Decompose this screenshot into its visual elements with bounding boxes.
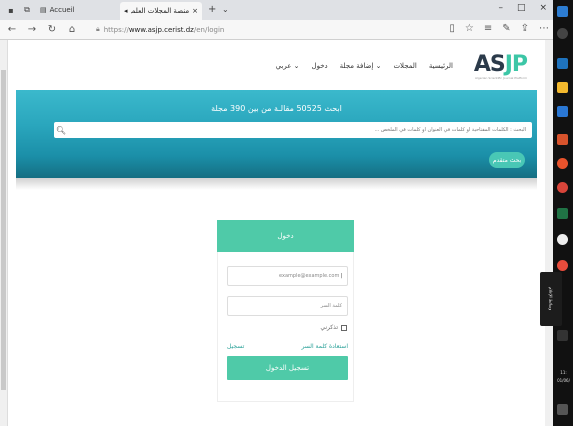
- right-scrollbar[interactable]: [545, 40, 553, 426]
- pen-icon[interactable]: ✎: [502, 23, 510, 34]
- login-links: تسجيل استعادة كلمة السر: [227, 343, 348, 350]
- tab-accueil-label: Accueil: [49, 6, 75, 14]
- url-host: www.asjp.cerist.dz: [128, 25, 194, 34]
- search-taskbar-icon[interactable]: [557, 28, 568, 39]
- tab-audio-icon: ◂: [124, 7, 128, 15]
- browser-tab-strip: ▪ ⧉ ▤ Accueil ◂ منصة المجلات العلمية الج…: [0, 0, 553, 20]
- os-taskbar: 11: 01/06/: [553, 0, 573, 426]
- logo-as: AS: [473, 52, 506, 77]
- login-submit-button[interactable]: تسجيل الدخول: [227, 356, 348, 380]
- remember-me[interactable]: تذكرني: [320, 324, 347, 331]
- refresh-icon[interactable]: ↻: [44, 24, 60, 35]
- register-link[interactable]: تسجيل: [227, 343, 244, 350]
- firefox-icon[interactable]: [557, 158, 568, 169]
- address-bar: ← → ↻ ⌂ 🔒︎ https://www.asjp.cerist.dz/en…: [0, 20, 553, 40]
- more-icon[interactable]: ⋯: [539, 23, 549, 34]
- lock-icon: 🔒︎: [96, 25, 100, 33]
- window-controls: – □ ×: [498, 3, 547, 13]
- hero-title: ابحث 50525 مقالـة من بين 390 مجلة: [211, 104, 342, 113]
- login-card: example@example.com | كلمة السر تذكرني تس…: [217, 252, 354, 402]
- search-icon[interactable]: 🔍︎: [54, 126, 68, 135]
- password-placeholder: كلمة السر: [320, 303, 342, 309]
- login-header: دخول: [217, 220, 354, 252]
- edge-browser-icon[interactable]: [557, 106, 568, 117]
- close-window-button[interactable]: ×: [539, 3, 547, 13]
- app-icon[interactable]: [557, 234, 568, 245]
- tabs-aside-icon[interactable]: ⧉: [22, 5, 32, 15]
- home-icon[interactable]: ⌂: [64, 24, 80, 35]
- media-side-panel[interactable]: وسائط الإعلام: [540, 272, 562, 326]
- favorites-hub-icon[interactable]: ≡: [484, 23, 492, 34]
- tab-active-title: منصة المجلات العلمية الج: [131, 7, 190, 15]
- share-icon[interactable]: ⇪: [521, 23, 529, 34]
- site-header: ASJP Algerian Scientific Journal Platfor…: [8, 40, 545, 90]
- menu-login[interactable]: دخول: [312, 62, 328, 70]
- text-caret: |: [340, 273, 342, 279]
- url-prefix: https://: [103, 25, 129, 34]
- reading-view-icon[interactable]: ▯: [449, 23, 455, 34]
- url-path: /en/login: [193, 25, 225, 34]
- left-scrollbar[interactable]: [0, 40, 8, 426]
- new-tab-icon[interactable]: +: [208, 4, 216, 15]
- window-menu-icon[interactable]: ▪: [6, 5, 16, 15]
- back-icon[interactable]: ←: [4, 24, 20, 35]
- url-field[interactable]: 🔒︎ https://www.asjp.cerist.dz/en/login: [96, 25, 224, 34]
- chevron-down-icon[interactable]: ⌄: [222, 5, 229, 14]
- asjp-logo[interactable]: ASJP: [473, 52, 528, 77]
- advanced-search-button[interactable]: بحث متقدم: [489, 152, 525, 168]
- forgot-password-link[interactable]: استعادة كلمة السر: [301, 343, 348, 350]
- notification-icon[interactable]: [557, 404, 568, 415]
- media-app-icon[interactable]: [557, 260, 568, 271]
- network-icon[interactable]: [557, 330, 568, 341]
- password-field[interactable]: كلمة السر: [227, 296, 348, 316]
- search-box: 🔍︎: [54, 122, 532, 138]
- close-tab-icon[interactable]: ×: [192, 7, 198, 15]
- windows-start-icon[interactable]: [557, 6, 568, 17]
- page-icon: ▤: [40, 6, 47, 14]
- remember-label: تذكرني: [320, 324, 338, 331]
- favorite-star-icon[interactable]: ☆: [465, 23, 474, 34]
- task-view-icon[interactable]: [557, 58, 568, 69]
- menu-add-journal[interactable]: إضافة مجلة ⌄: [340, 62, 382, 70]
- logo-jp: JP: [504, 52, 528, 77]
- file-explorer-icon[interactable]: [557, 82, 568, 93]
- forward-icon[interactable]: →: [24, 24, 40, 35]
- powerpoint-icon[interactable]: [557, 134, 568, 145]
- left-scrollbar-thumb[interactable]: [1, 70, 6, 390]
- main-menu: الرئيسية المجلات إضافة مجلة ⌄ دخول عربي …: [276, 62, 453, 70]
- hero-shadow: [16, 178, 537, 190]
- excel-icon[interactable]: [557, 208, 568, 219]
- search-input[interactable]: [68, 123, 532, 137]
- web-page: ASJP Algerian Scientific Journal Platfor…: [8, 40, 545, 426]
- tab-accueil[interactable]: ▤ Accueil: [40, 6, 75, 14]
- maximize-button[interactable]: □: [517, 3, 526, 13]
- menu-home[interactable]: الرئيسية: [429, 62, 453, 70]
- tab-active[interactable]: ◂ منصة المجلات العلمية الج ×: [120, 2, 202, 20]
- search-hero: ابحث 50525 مقالـة من بين 390 مجلة 🔍︎ بحث…: [16, 90, 537, 178]
- clock-time[interactable]: 11:: [554, 370, 573, 375]
- browser-toolbar-right: ▯ ☆ ≡ ✎ ⇪ ⋯: [449, 23, 549, 34]
- logo-subtitle: Algerian Scientific Journal Platform: [474, 76, 527, 80]
- email-value: example@example.com: [279, 273, 340, 279]
- email-field[interactable]: example@example.com |: [227, 266, 348, 286]
- clock-date[interactable]: 01/06/: [554, 378, 573, 383]
- remember-checkbox[interactable]: [341, 324, 347, 331]
- menu-journals[interactable]: المجلات: [393, 62, 416, 70]
- menu-language[interactable]: عربي ⌄: [276, 62, 300, 70]
- chrome-icon[interactable]: [557, 182, 568, 193]
- minimize-button[interactable]: –: [498, 3, 503, 13]
